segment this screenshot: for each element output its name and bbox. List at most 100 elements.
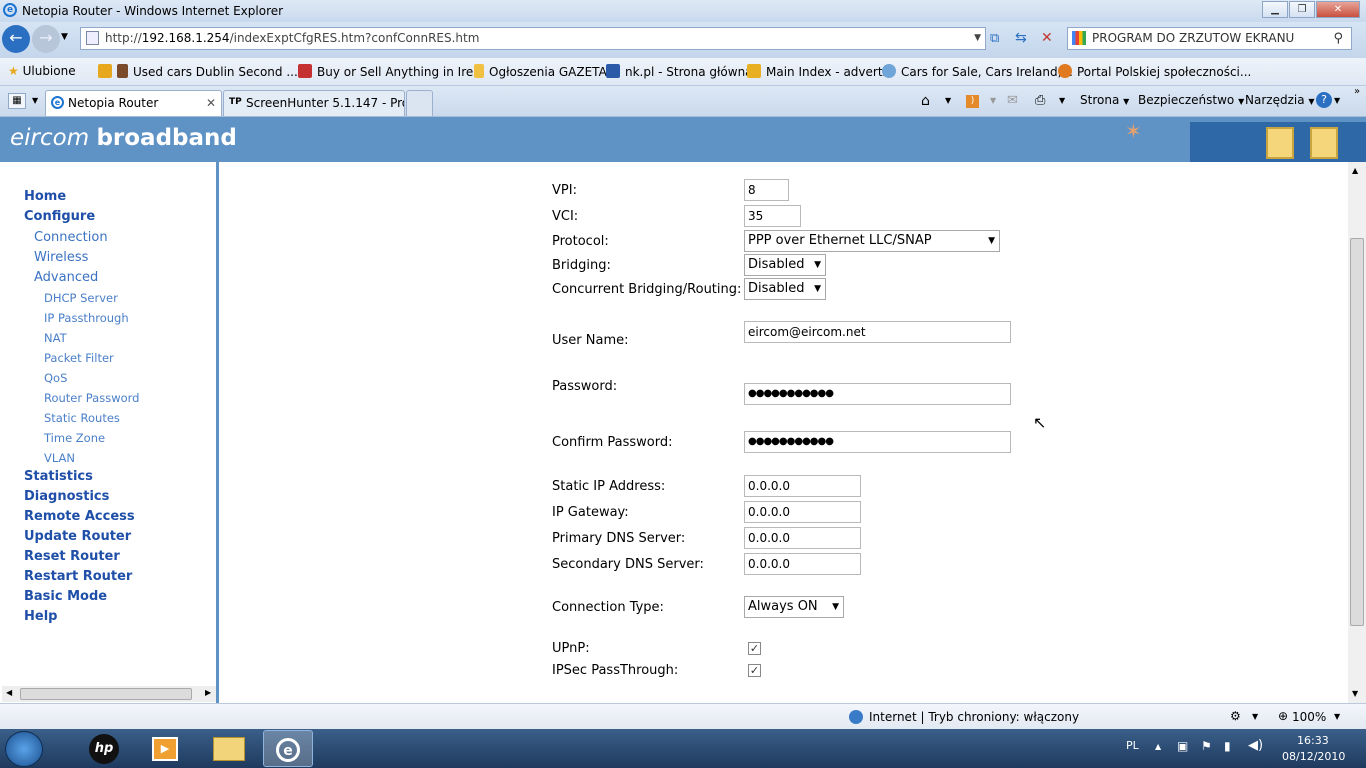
compatibility-icon[interactable]: ⧉ — [990, 31, 999, 46]
zoom-dropdown-icon[interactable]: ▼ — [1334, 712, 1340, 721]
vpi-input[interactable]: 8 — [744, 179, 789, 201]
password-input[interactable]: ●●●●●●●●●●● — [744, 383, 1011, 405]
favorite-link-2[interactable]: Buy or Sell Anything in Ire... — [298, 64, 485, 79]
home-dropdown-icon[interactable]: ▼ — [945, 96, 951, 105]
nav-help[interactable]: Help — [24, 609, 57, 624]
safety-menu[interactable]: Bezpieczeństwo ▼ — [1138, 93, 1244, 107]
forward-button[interactable]: → — [32, 25, 60, 53]
nav-reset-router[interactable]: Reset Router — [24, 549, 120, 564]
print-dropdown-icon[interactable]: ▼ — [1059, 96, 1065, 105]
new-tab-button[interactable] — [406, 90, 433, 116]
security-dropdown-icon[interactable]: ▼ — [1252, 712, 1258, 721]
chevron-expand-icon[interactable]: » — [1354, 86, 1360, 97]
scroll-up-icon[interactable]: ▲ — [1352, 166, 1358, 175]
favorite-link-6[interactable]: Cars for Sale, Cars Ireland,... — [882, 64, 1073, 79]
nav-router-password[interactable]: Router Password — [44, 391, 139, 405]
page-menu[interactable]: Strona ▼ — [1080, 93, 1129, 107]
security-settings-icon[interactable]: ⚙ — [1230, 709, 1241, 723]
volume-icon[interactable]: ◀) — [1248, 738, 1263, 753]
feed-dropdown-icon[interactable]: ▼ — [990, 96, 996, 105]
nav-configure[interactable]: Configure — [24, 209, 95, 224]
maximize-button[interactable]: ❐ — [1289, 1, 1315, 18]
username-input[interactable]: eircom@eircom.net — [744, 321, 1011, 343]
tools-menu[interactable]: Narzędzia ▼ — [1245, 93, 1315, 107]
close-tab-icon[interactable]: ✕ — [206, 96, 216, 110]
tab-netopia-router[interactable]: e Netopia Router ✕ — [45, 90, 222, 116]
ipsec-checkbox[interactable]: ✓ — [748, 664, 761, 677]
refresh-icon[interactable]: ⇆ — [1015, 30, 1027, 46]
nav-packet-filter[interactable]: Packet Filter — [44, 351, 114, 365]
upnp-checkbox[interactable]: ✓ — [748, 642, 761, 655]
network-signal-icon[interactable]: ▮ — [1224, 739, 1231, 753]
favorite-link-4[interactable]: nk.pl - Strona główna — [606, 64, 753, 79]
nav-diagnostics[interactable]: Diagnostics — [24, 489, 109, 504]
scroll-left-icon[interactable]: ◀ — [6, 688, 12, 697]
nav-home[interactable]: Home — [24, 189, 66, 204]
address-dropdown-icon[interactable]: ▼ — [974, 28, 981, 49]
nav-remote-access[interactable]: Remote Access — [24, 509, 135, 524]
nav-basic-mode[interactable]: Basic Mode — [24, 589, 107, 604]
ie-taskbar-button[interactable]: e — [263, 730, 313, 767]
home-icon[interactable]: ⌂ — [921, 93, 930, 109]
print-icon[interactable]: ⎙ — [1035, 93, 1045, 108]
confirm-password-input[interactable]: ●●●●●●●●●●● — [744, 431, 1011, 453]
nav-wireless[interactable]: Wireless — [34, 250, 88, 265]
nav-update-router[interactable]: Update Router — [24, 529, 131, 544]
help-icon[interactable]: ? — [1316, 92, 1332, 108]
primary-dns-input[interactable]: 0.0.0.0 — [744, 527, 861, 549]
nav-advanced[interactable]: Advanced — [34, 270, 98, 285]
static-ip-input[interactable]: 0.0.0.0 — [744, 475, 861, 497]
nav-nat[interactable]: NAT — [44, 331, 67, 345]
content-vertical-scrollbar[interactable]: ▲ ▼ — [1348, 162, 1366, 703]
nav-dhcp-server[interactable]: DHCP Server — [44, 291, 118, 305]
scroll-thumb[interactable] — [1350, 238, 1364, 626]
clock-date[interactable]: 08/12/2010 — [1282, 750, 1345, 763]
search-input[interactable]: PROGRAM DO ZRZUTOW EKRANU ⚲ — [1067, 27, 1352, 50]
concurrent-select[interactable]: Disabled ▼ — [744, 278, 826, 300]
history-dropdown-icon[interactable]: ▼ — [61, 32, 68, 42]
nav-statistics[interactable]: Statistics — [24, 469, 93, 484]
file-explorer-icon[interactable] — [213, 737, 245, 761]
device-icon[interactable]: ▣ — [1177, 739, 1188, 753]
clock-time[interactable]: 16:33 — [1297, 734, 1329, 747]
connection-type-select[interactable]: Always ON ▼ — [744, 596, 844, 618]
nav-qos[interactable]: QoS — [44, 371, 67, 385]
show-hidden-icons-icon[interactable]: ▲ — [1155, 742, 1161, 751]
protocol-select[interactable]: PPP over Ethernet LLC/SNAP ▼ — [744, 230, 1000, 252]
search-icon[interactable]: ⚲ — [1333, 28, 1343, 49]
back-button[interactable]: ← — [2, 25, 30, 53]
nav-connection[interactable]: Connection — [34, 230, 108, 245]
nav-time-zone[interactable]: Time Zone — [44, 431, 105, 445]
stop-icon[interactable]: ✕ — [1041, 30, 1053, 46]
scroll-down-icon[interactable]: ▼ — [1352, 689, 1358, 698]
language-indicator[interactable]: PL — [1126, 739, 1139, 752]
start-button[interactable] — [5, 731, 43, 767]
favorite-link-1[interactable]: Used cars Dublin Second ... — [98, 64, 298, 79]
vci-input[interactable]: 35 — [744, 205, 801, 227]
media-player-icon[interactable]: ▶ — [152, 737, 178, 761]
zoom-level[interactable]: 100% — [1292, 710, 1326, 724]
tab-screenhunter[interactable]: TP ScreenHunter 5.1.147 - Pro... — [223, 90, 405, 116]
hp-icon[interactable]: hp — [89, 734, 119, 764]
mail-icon[interactable]: ✉ — [1007, 93, 1018, 108]
close-button[interactable]: ✕ — [1316, 1, 1360, 18]
scroll-right-icon[interactable]: ▶ — [205, 688, 211, 697]
address-bar[interactable]: http://192.168.1.254/indexExptCfgRES.htm… — [80, 27, 986, 50]
action-center-flag-icon[interactable]: ⚑ — [1201, 739, 1212, 753]
nav-restart-router[interactable]: Restart Router — [24, 569, 132, 584]
rss-feed-icon[interactable]: ) — [966, 95, 979, 108]
secondary-dns-input[interactable]: 0.0.0.0 — [744, 553, 861, 575]
bridging-select[interactable]: Disabled ▼ — [744, 254, 826, 276]
nav-vlan[interactable]: VLAN — [44, 451, 75, 465]
gateway-input[interactable]: 0.0.0.0 — [744, 501, 861, 523]
sidebar-horizontal-scrollbar[interactable]: ◀ ▶ — [2, 686, 216, 702]
favorite-link-3[interactable]: Ogłoszenia GAZETA — [474, 64, 607, 79]
tab-list-dropdown-icon[interactable]: ▼ — [32, 96, 38, 105]
favorite-link-5[interactable]: Main Index - adverts — [747, 64, 889, 79]
quick-tabs-icon[interactable]: ▦ — [8, 93, 26, 109]
favorites-button[interactable]: ★ Ulubione — [8, 64, 76, 78]
nav-ip-passthrough[interactable]: IP Passthrough — [44, 311, 129, 325]
minimize-button[interactable]: ▁ — [1262, 1, 1288, 18]
nav-static-routes[interactable]: Static Routes — [44, 411, 120, 425]
favorite-link-7[interactable]: Portal Polskiej społeczności... — [1058, 64, 1251, 79]
